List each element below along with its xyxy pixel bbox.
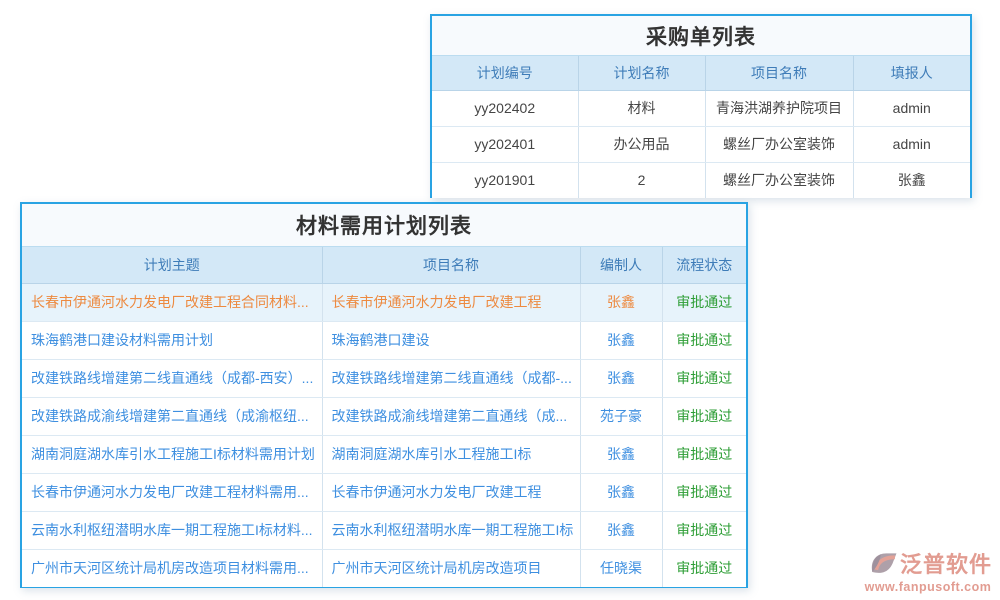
project-name-link[interactable]: 改建铁路线增建第二线直通线（成都-... <box>322 359 580 397</box>
plan-subject-link[interactable]: 珠海鹤港口建设材料需用计划 <box>22 321 322 359</box>
purchase-col-plan-no: 计划编号 <box>432 56 578 90</box>
purchase-col-reporter: 填报人 <box>853 56 970 90</box>
editor-cell: 张鑫 <box>580 435 662 473</box>
project-name-link[interactable]: 珠海鹤港口建设 <box>322 321 580 359</box>
plan-subject-link[interactable]: 广州市天河区统计局机房改造项目材料需用... <box>22 549 322 587</box>
project-name-link[interactable]: 广州市天河区统计局机房改造项目 <box>322 549 580 587</box>
workflow-status-link[interactable]: 审批通过 <box>662 435 746 473</box>
material-panel-title: 材料需用计划列表 <box>22 204 746 247</box>
table-row[interactable]: yy202401 办公用品 螺丝厂办公室装饰 admin <box>432 126 970 162</box>
workflow-status-link[interactable]: 审批通过 <box>662 397 746 435</box>
table-row[interactable]: 珠海鹤港口建设材料需用计划 珠海鹤港口建设 张鑫 审批通过 <box>22 321 746 359</box>
purchase-panel-title: 采购单列表 <box>432 16 970 56</box>
material-col-project-name: 项目名称 <box>322 247 580 283</box>
project-name-link[interactable]: 长春市伊通河水力发电厂改建工程 <box>322 473 580 511</box>
table-row[interactable]: 长春市伊通河水力发电厂改建工程材料需用... 长春市伊通河水力发电厂改建工程 张… <box>22 473 746 511</box>
plan-no-cell: yy202402 <box>432 90 578 126</box>
plan-subject-link[interactable]: 改建铁路线增建第二线直通线（成都-西安）... <box>22 359 322 397</box>
project-name-link[interactable]: 长春市伊通河水力发电厂改建工程 <box>322 283 580 321</box>
plan-subject-link[interactable]: 长春市伊通河水力发电厂改建工程材料需用... <box>22 473 322 511</box>
table-row[interactable]: 改建铁路成渝线增建第二直通线（成渝枢纽... 改建铁路成渝线增建第二直通线（成.… <box>22 397 746 435</box>
material-col-plan-subject: 计划主题 <box>22 247 322 283</box>
editor-cell: 张鑫 <box>580 473 662 511</box>
purchase-order-list-panel: 采购单列表 计划编号 计划名称 项目名称 填报人 yy202402 材料 青海洪… <box>430 14 972 198</box>
workflow-status-link[interactable]: 审批通过 <box>662 359 746 397</box>
project-name-link[interactable]: 湖南洞庭湖水库引水工程施工I标 <box>322 435 580 473</box>
table-row[interactable]: 长春市伊通河水力发电厂改建工程合同材料... 长春市伊通河水力发电厂改建工程 张… <box>22 283 746 321</box>
table-row[interactable]: 湖南洞庭湖水库引水工程施工I标材料需用计划 湖南洞庭湖水库引水工程施工I标 张鑫… <box>22 435 746 473</box>
editor-cell: 张鑫 <box>580 321 662 359</box>
material-plan-list-panel: 材料需用计划列表 计划主题 项目名称 编制人 流程状态 长春市伊通河水力发电厂改… <box>20 202 748 588</box>
material-header-row: 计划主题 项目名称 编制人 流程状态 <box>22 247 746 283</box>
fanpu-logo-icon <box>870 551 898 576</box>
plan-subject-link[interactable]: 云南水利枢纽潜明水库一期工程施工I标材料... <box>22 511 322 549</box>
plan-name-cell: 办公用品 <box>578 126 705 162</box>
plan-subject-link[interactable]: 改建铁路成渝线增建第二直通线（成渝枢纽... <box>22 397 322 435</box>
table-row[interactable]: 广州市天河区统计局机房改造项目材料需用... 广州市天河区统计局机房改造项目 任… <box>22 549 746 587</box>
purchase-header-row: 计划编号 计划名称 项目名称 填报人 <box>432 56 970 90</box>
vendor-watermark: 泛普软件 www.fanpusoft.com <box>864 547 992 594</box>
editor-cell: 张鑫 <box>580 283 662 321</box>
plan-subject-link[interactable]: 长春市伊通河水力发电厂改建工程合同材料... <box>22 283 322 321</box>
workflow-status-link[interactable]: 审批通过 <box>662 549 746 587</box>
table-row[interactable]: 云南水利枢纽潜明水库一期工程施工I标材料... 云南水利枢纽潜明水库一期工程施工… <box>22 511 746 549</box>
project-name-link[interactable]: 改建铁路成渝线增建第二直通线（成... <box>322 397 580 435</box>
project-name-cell: 螺丝厂办公室装饰 <box>705 126 853 162</box>
editor-cell: 任晓渠 <box>580 549 662 587</box>
plan-no-cell: yy201901 <box>432 162 578 198</box>
purchase-col-plan-name: 计划名称 <box>578 56 705 90</box>
brand-url: www.fanpusoft.com <box>864 580 992 594</box>
workflow-status-link[interactable]: 审批通过 <box>662 511 746 549</box>
workflow-status-link[interactable]: 审批通过 <box>662 473 746 511</box>
plan-name-cell: 材料 <box>578 90 705 126</box>
plan-subject-link[interactable]: 湖南洞庭湖水库引水工程施工I标材料需用计划 <box>22 435 322 473</box>
table-row[interactable]: 改建铁路线增建第二线直通线（成都-西安）... 改建铁路线增建第二线直通线（成都… <box>22 359 746 397</box>
material-col-editor: 编制人 <box>580 247 662 283</box>
editor-cell: 张鑫 <box>580 359 662 397</box>
brand-name: 泛普软件 <box>900 547 992 579</box>
material-col-workflow-status: 流程状态 <box>662 247 746 283</box>
table-row[interactable]: yy201901 2 螺丝厂办公室装饰 张鑫 <box>432 162 970 198</box>
project-name-cell: 青海洪湖养护院项目 <box>705 90 853 126</box>
reporter-cell: 张鑫 <box>853 162 970 198</box>
reporter-cell: admin <box>853 90 970 126</box>
plan-name-cell: 2 <box>578 162 705 198</box>
plan-no-cell: yy202401 <box>432 126 578 162</box>
reporter-cell: admin <box>853 126 970 162</box>
table-row[interactable]: yy202402 材料 青海洪湖养护院项目 admin <box>432 90 970 126</box>
workflow-status-link[interactable]: 审批通过 <box>662 283 746 321</box>
editor-cell: 苑子豪 <box>580 397 662 435</box>
purchase-col-project-name: 项目名称 <box>705 56 853 90</box>
project-name-cell: 螺丝厂办公室装饰 <box>705 162 853 198</box>
project-name-link[interactable]: 云南水利枢纽潜明水库一期工程施工I标 <box>322 511 580 549</box>
workflow-status-link[interactable]: 审批通过 <box>662 321 746 359</box>
editor-cell: 张鑫 <box>580 511 662 549</box>
purchase-table: 计划编号 计划名称 项目名称 填报人 yy202402 材料 青海洪湖养护院项目… <box>432 56 970 198</box>
material-plan-table: 计划主题 项目名称 编制人 流程状态 长春市伊通河水力发电厂改建工程合同材料..… <box>22 247 746 587</box>
